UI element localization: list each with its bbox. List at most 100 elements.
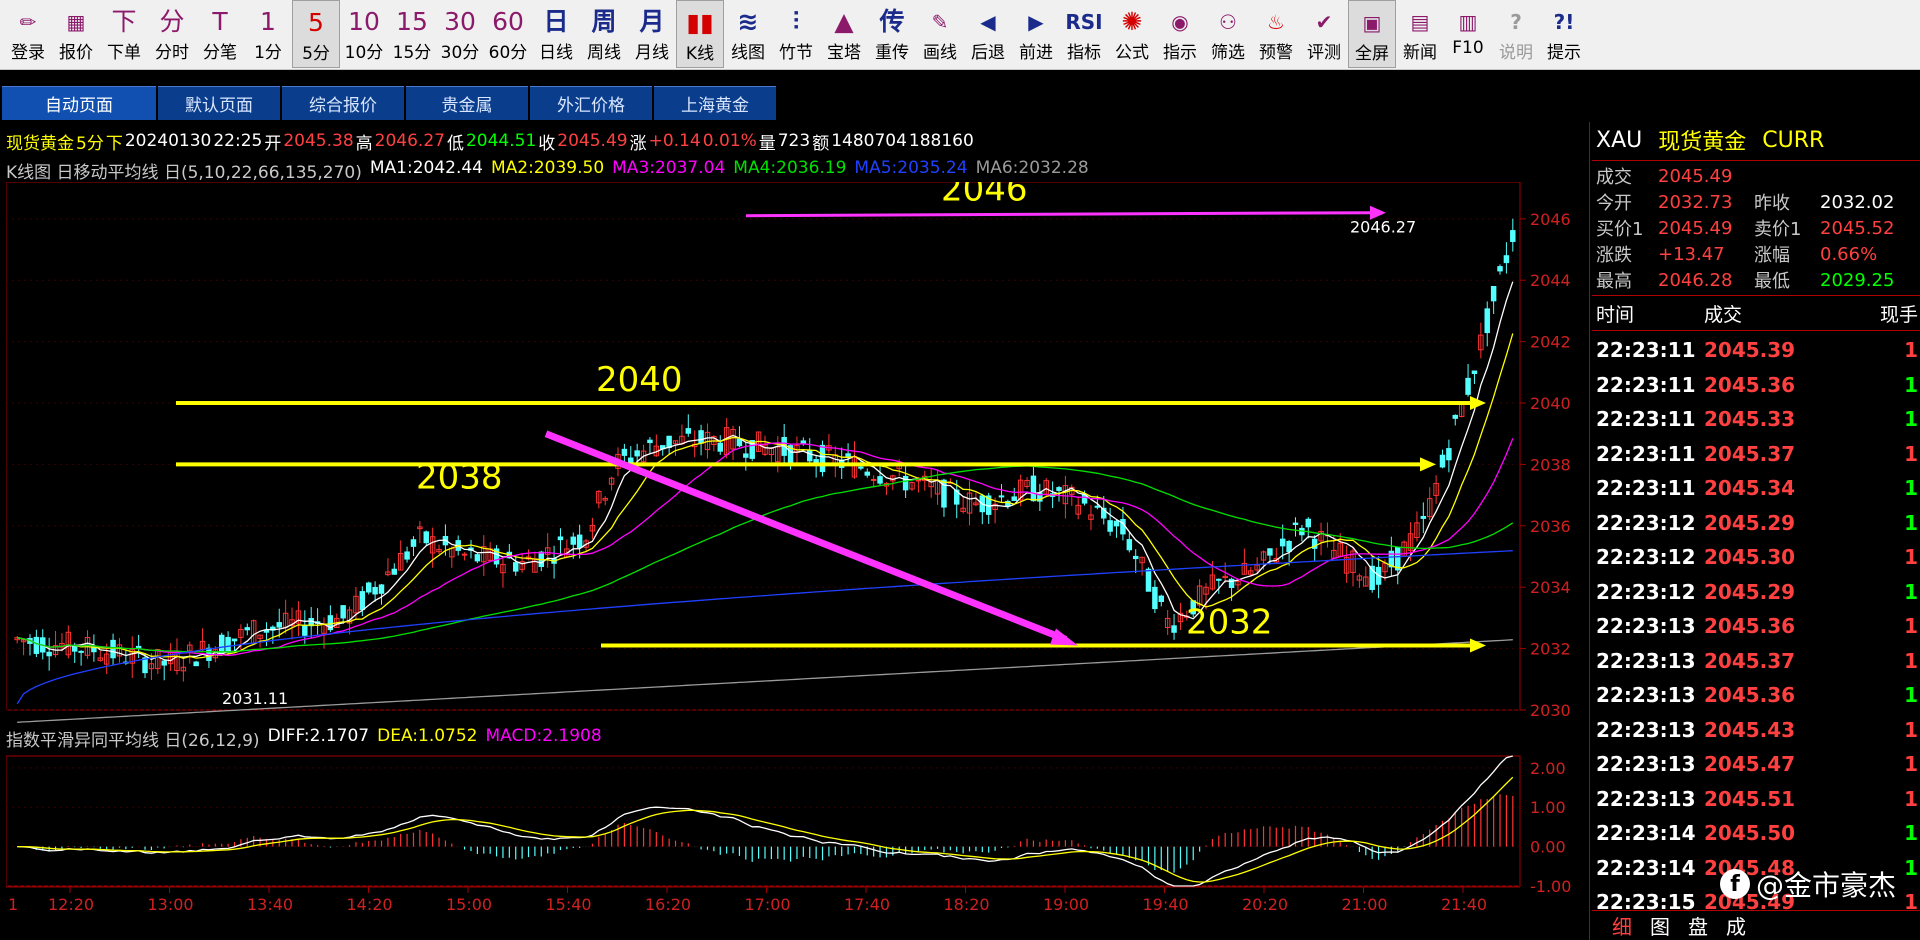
candle-body [1158,595,1165,602]
low-label: 低 [446,133,464,154]
candle-body [1030,475,1037,502]
back-icon: ◀ [980,10,996,34]
toolbar-label: 分时 [155,43,189,63]
tick-time: 22:23:12 [1596,545,1696,570]
tick-price: 2045.36 [1704,614,1796,639]
back-button[interactable]: ◀ 后退 [964,0,1012,68]
level-label: 2038 [416,457,503,497]
daily-icon: 日 [543,7,569,36]
candle-body [557,536,564,541]
retransmit-icon: 传 [879,7,905,36]
tick-volume: 1 [1904,441,1918,466]
diff-line [17,755,1513,887]
level-arrowhead [1470,638,1486,653]
login-button[interactable]: ✏ 登录 [4,0,52,68]
forward-button[interactable]: ▶ 前进 [1012,0,1060,68]
stat-row: 成交 2045.49 [1592,163,1920,189]
monthly-button[interactable]: 月月线 [628,0,676,68]
quote-stats: 成交 2045.49 今开 2032.73 昨收 2032.02 买价1 2045.49 卖价1… [1592,163,1920,293]
macd-value-legend: MACD:2.1908 [485,726,602,746]
fullscreen-button[interactable]: ▣ 全屏 [1348,0,1396,68]
toolbar-label: 指示 [1163,43,1197,63]
tick-volume: 1 [1904,407,1918,432]
side-tab-0[interactable]: 细 [1612,911,1632,940]
order-button[interactable]: 下下单 [100,0,148,68]
60min-button[interactable]: 60 60分 [484,0,532,68]
macd-tick-label: 2.00 [1530,759,1566,778]
toolbar-label: 月线 [635,43,669,63]
candle-body [1152,586,1158,610]
linechart-button[interactable]: ≋ 线图 [724,0,772,68]
quote-button[interactable]: ▦ 报价 [52,0,100,68]
page-tab-2[interactable]: 综合报价 [282,86,404,120]
candle-body [1126,539,1133,551]
time-tick-label: 21:40 [1441,895,1487,914]
candlestick-chart[interactable]: 2046 2044 2042 2040 2038 2036 2034 2032 2030 2046… [6,182,1590,752]
review-button[interactable]: ✔ 评测 [1300,0,1348,68]
ma4-line [17,465,1514,653]
ma5-legend: MA5:2035.24 [854,158,968,178]
candle-body [142,657,148,674]
candle-body [263,629,270,633]
indicator-button[interactable]: RSI 指标 [1060,0,1108,68]
toolbar-label: 预警 [1259,43,1293,63]
page-tab-4[interactable]: 外汇价格 [530,86,652,120]
side-tab-2[interactable]: 盘 [1688,911,1708,940]
timeshare-button[interactable]: 分分时 [148,0,196,68]
alert-button[interactable]: ♨ 预警 [1252,0,1300,68]
time-tick-label: 16:20 [645,895,691,914]
page-tab-5[interactable]: 上海黄金 [654,86,776,120]
f10-button[interactable]: ▥ F10 [1444,0,1492,68]
candle-body [372,586,378,595]
filter-button[interactable]: ⚇ 筛选 [1204,0,1252,68]
candle-body [1439,454,1446,468]
candle-body [685,428,692,434]
high-annotation: 2046.27 [1350,218,1416,237]
page-tab-3[interactable]: 贵金属 [406,86,528,120]
time-tick-label: 18:20 [944,895,990,914]
tick-list[interactable]: 22:23:11 2045.39 1 22:23:11 2045.36 1 22:23:11… [1592,333,1920,920]
30min-button[interactable]: 30 30分 [436,0,484,68]
retransmit-button[interactable]: 传重传 [868,0,916,68]
15min-button[interactable]: 15 15分 [388,0,436,68]
tips-button[interactable]: ?! 提示 [1540,0,1588,68]
guide-button[interactable]: ◉ 指示 [1156,0,1204,68]
close-label: 收 [538,133,556,154]
level-line-2046[interactable] [745,211,1373,218]
candle-body [1497,266,1503,272]
side-tab-3[interactable]: 成 [1726,911,1746,940]
daily-button[interactable]: 日日线 [532,0,580,68]
formula-button[interactable]: ✺ 公式 [1108,0,1156,68]
candle-body [1490,285,1497,302]
tick-price: 2045.30 [1704,545,1796,570]
level-label: 2046 [941,182,1028,210]
page-tab-0[interactable]: 自动页面 [2,86,156,120]
kline-button[interactable]: ▮▮ K线 [676,0,724,68]
candle-body [698,430,704,444]
side-tab-1[interactable]: 图 [1650,911,1670,940]
macd-chart[interactable]: 2.00 1.00 0.00 -1.00 1 12:20 13:00 13:40 14:20 15… [6,750,1590,940]
explain-button[interactable]: ? 说明 [1492,0,1540,68]
toolbar-label: 下单 [107,43,141,63]
close-value: 2045.49 [557,131,628,151]
5min-button[interactable]: 5 5分 [292,0,340,68]
tick-button[interactable]: T 分笔 [196,0,244,68]
divider [1592,295,1920,296]
draw-button[interactable]: ✎ 画线 [916,0,964,68]
tick-price: 2045.43 [1704,717,1796,742]
news-button[interactable]: ▤ 新闻 [1396,0,1444,68]
candle-body [193,661,199,667]
chart-panel: 现货黄金 5分 下 20240130 22:25 开 2045.38 高 2046.2… [6,122,1590,940]
1min-button[interactable]: 1 1分 [244,0,292,68]
bamboo-button[interactable]: ⫶ 竹节 [772,0,820,68]
tick-row: 22:23:13 2045.47 1 [1592,747,1920,782]
tick-row: 22:23:11 2045.39 1 [1592,333,1920,368]
tower-button[interactable]: ▲ 宝塔 [820,0,868,68]
weekly-button[interactable]: 周周线 [580,0,628,68]
tick-volume: 1 [1904,717,1918,742]
open-label: 开 [264,133,282,154]
10min-button[interactable]: 10 10分 [340,0,388,68]
page-tab-1[interactable]: 默认页面 [158,86,280,120]
open-value: 2045.38 [283,131,354,151]
tick-row: 22:23:14 2045.50 1 [1592,816,1920,851]
